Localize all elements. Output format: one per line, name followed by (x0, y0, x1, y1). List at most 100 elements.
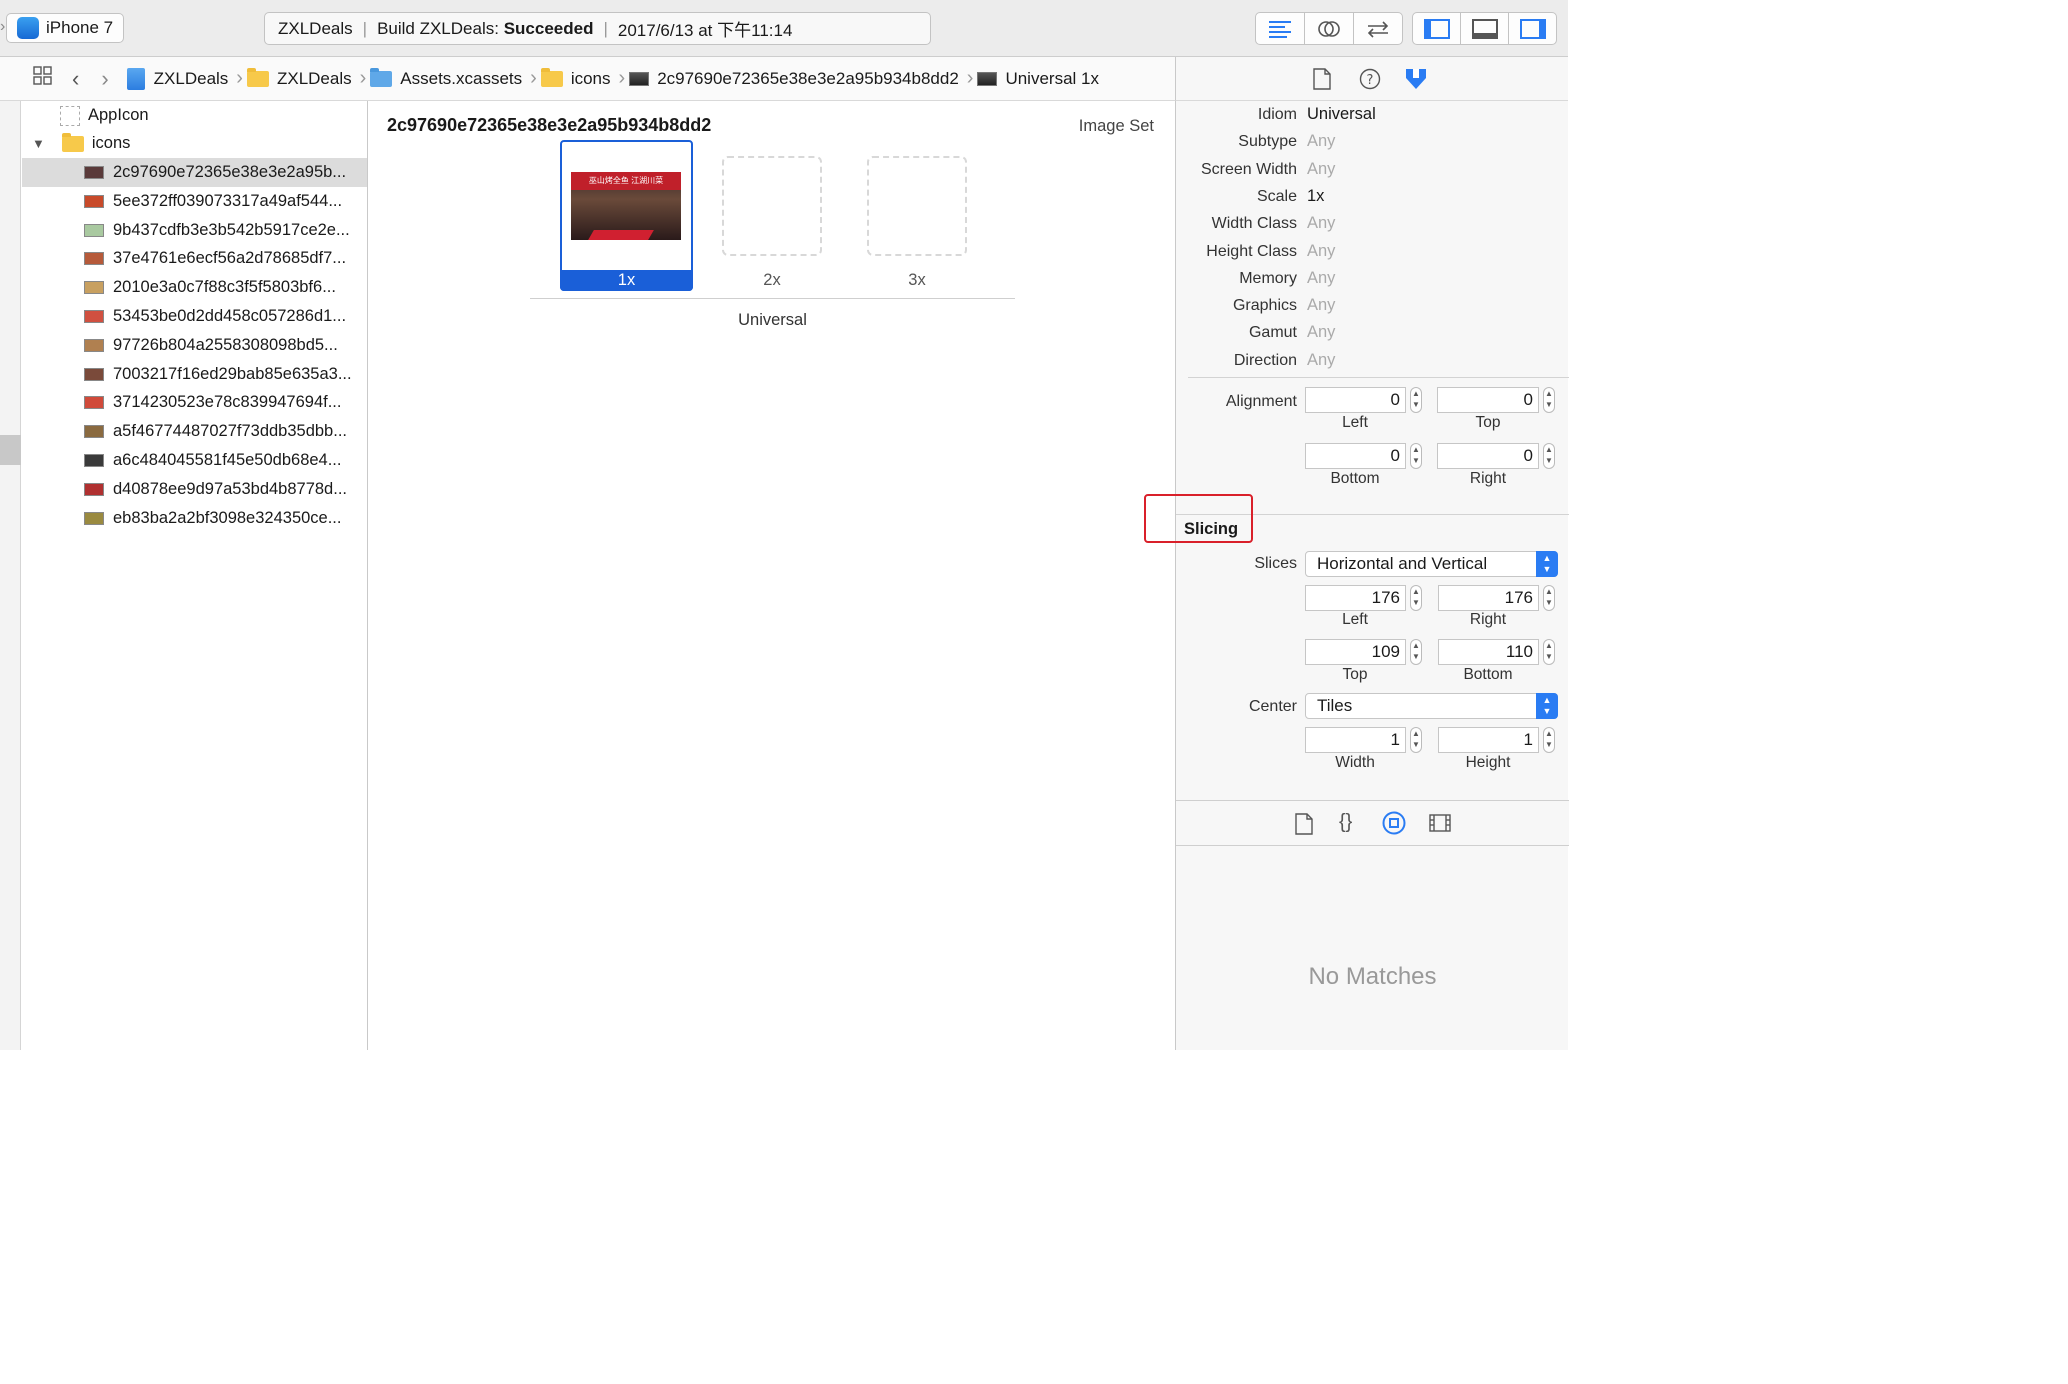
center-width-stepper[interactable]: ▲ ▼ (1410, 727, 1422, 753)
slice-right-field[interactable]: 176 (1438, 585, 1539, 611)
navigator-image-set-row[interactable]: 7003217f16ed29bab85e635a3... (22, 360, 367, 389)
slices-popup[interactable]: Horizontal and Vertical ▲ ▼ (1305, 551, 1558, 577)
center-height-stepper[interactable]: ▲ ▼ (1543, 727, 1555, 753)
alignment-left-stepper[interactable]: ▲ ▼ (1410, 387, 1422, 413)
navigator-image-set-row[interactable]: d40878ee9d97a53bd4b8778d... (22, 475, 367, 504)
file-template-library-icon[interactable] (1295, 813, 1313, 840)
file-inspector-icon[interactable] (1313, 68, 1331, 95)
version-editor-icon[interactable] (1354, 13, 1402, 44)
media-library-icon[interactable] (1429, 813, 1451, 838)
slice-left-field[interactable]: 176 (1305, 585, 1406, 611)
alignment-right-stepper[interactable]: ▲ ▼ (1543, 443, 1555, 469)
center-width-field[interactable]: 1 (1305, 727, 1406, 753)
attribute-label: Subtype (1238, 133, 1297, 151)
breadcrumb-project[interactable]: ZXLDeals (126, 67, 228, 90)
navigator-gutter (0, 101, 21, 1050)
navigator-toggle-icon[interactable] (1413, 13, 1461, 44)
image-set-label: a5f46774487027f73ddb35dbb... (113, 422, 347, 441)
breadcrumb-image-set[interactable]: 2c97690e72365e38e3e2a95b934b8dd2 (629, 69, 959, 89)
attributes-inspector-icon[interactable] (1403, 66, 1429, 97)
alignment-right-field[interactable]: 0 (1437, 443, 1539, 469)
attribute-value[interactable]: Any (1307, 242, 1335, 261)
navigator-image-set-row[interactable]: 2010e3a0c7f88c3f5f5803bf6... (22, 273, 367, 302)
app-icon (17, 17, 39, 39)
breadcrumb-label: 2c97690e72365e38e3e2a95b934b8dd2 (657, 68, 959, 88)
attribute-value[interactable]: Any (1307, 269, 1335, 288)
icons-folder-row[interactable]: ▼ icons (22, 129, 367, 158)
image-thumbnail-icon (84, 194, 104, 208)
breadcrumb-slot[interactable]: Universal 1x (977, 69, 1099, 89)
attribute-value[interactable]: Any (1307, 132, 1335, 151)
navigator-image-set-row[interactable]: a6c484045581f45e50db68e4... (22, 446, 367, 475)
navigator-image-set-row[interactable]: 37e4761e6ecf56a2d78685df7... (22, 244, 367, 273)
navigator-image-set-row[interactable]: 5ee372ff039073317a49af544... (22, 187, 367, 216)
image-set-title: 2c97690e72365e38e3e2a95b934b8dd2 (387, 115, 712, 135)
forward-arrow-icon[interactable]: › (101, 66, 108, 92)
standard-editor-icon[interactable] (1256, 13, 1305, 44)
breadcrumb-folder[interactable]: icons (540, 67, 611, 89)
assistant-editor-icon[interactable] (1305, 13, 1354, 44)
navigator-image-set-row[interactable]: 2c97690e72365e38e3e2a95b... (22, 158, 367, 187)
image-thumbnail-icon (84, 310, 104, 323)
related-items-icon[interactable] (32, 65, 54, 92)
alignment-bottom-stepper[interactable]: ▲ ▼ (1410, 443, 1422, 469)
slice-bottom-field[interactable]: 110 (1438, 639, 1539, 665)
attribute-value[interactable]: 1x (1307, 187, 1324, 206)
slot-1x[interactable]: 巫山烤全鱼 江湖川菜 1x (560, 140, 693, 291)
attribute-value[interactable]: Any (1307, 214, 1335, 233)
navigator-image-set-row[interactable]: 97726b804a2558308098bd5... (22, 331, 367, 360)
scheme-device-selector[interactable]: iPhone 7 (6, 13, 124, 43)
utilities-toggle-icon[interactable] (1509, 13, 1556, 44)
red-carpet (588, 230, 654, 240)
slice-left-stepper[interactable]: ▲ ▼ (1410, 585, 1422, 611)
navigator-image-set-row[interactable]: 9b437cdfb3e3b542b5917ce2e... (22, 216, 367, 245)
slot-2x-dropzone[interactable] (722, 156, 822, 256)
alignment-bottom-field[interactable]: 0 (1305, 443, 1406, 469)
slice-bottom-stepper[interactable]: ▲ ▼ (1543, 639, 1555, 665)
alignment-left-caption: Left (1342, 414, 1368, 431)
chevron-right-icon: › (966, 67, 974, 89)
back-arrow-icon[interactable]: ‹ (72, 66, 79, 92)
debug-area-toggle-icon[interactable] (1461, 13, 1509, 44)
center-popup[interactable]: Tiles ▲ ▼ (1305, 693, 1558, 719)
image-set-label: eb83ba2a2bf3098e324350ce... (113, 508, 342, 527)
code-snippet-library-icon[interactable]: {} (1339, 811, 1352, 834)
attribute-value[interactable]: Any (1307, 323, 1335, 342)
view-toggle-control (1412, 12, 1557, 45)
breadcrumb-asset-catalog[interactable]: Assets.xcassets (370, 67, 522, 89)
attribute-value[interactable]: Universal (1307, 105, 1376, 124)
slice-top-field[interactable]: 109 (1305, 639, 1406, 665)
center-height-field[interactable]: 1 (1438, 727, 1539, 753)
navigator-image-set-row[interactable]: eb83ba2a2bf3098e324350ce... (22, 504, 367, 533)
attribute-value[interactable]: Any (1307, 296, 1335, 315)
slot-3x-dropzone[interactable] (867, 156, 967, 256)
navigator-image-set-row[interactable]: 3714230523e78c839947694f... (22, 388, 367, 417)
center-height-caption: Height (1465, 754, 1511, 771)
slice-top-stepper[interactable]: ▲ ▼ (1410, 639, 1422, 665)
navigator-image-set-row[interactable]: a5f46774487027f73ddb35dbb... (22, 417, 367, 446)
activity-status-bar: ZXLDeals | Build ZXLDeals: Succeeded | 2… (264, 12, 931, 45)
quick-help-icon[interactable]: ? (1359, 68, 1381, 95)
navigator-image-set-row[interactable]: 53453be0d2dd458c057286d1... (22, 302, 367, 331)
alignment-left-field[interactable]: 0 (1305, 387, 1406, 413)
alignment-top-stepper[interactable]: ▲ ▼ (1543, 387, 1555, 413)
status-separator: | (603, 18, 608, 38)
slice-right-stepper[interactable]: ▲ ▼ (1543, 585, 1555, 611)
attribute-value[interactable]: Any (1307, 351, 1335, 370)
alignment-bottom-caption: Bottom (1330, 470, 1380, 487)
image-set-type: Image Set (1078, 117, 1154, 135)
appicon-row[interactable]: AppIcon (22, 101, 367, 130)
attribute-value[interactable]: Any (1307, 160, 1335, 179)
breadcrumb-group[interactable]: ZXLDeals (246, 67, 352, 89)
attribute-label: Memory (1239, 269, 1297, 287)
appicon-label: AppIcon (88, 106, 149, 124)
popup-arrows-icon: ▲ ▼ (1536, 551, 1558, 577)
disclosure-triangle-icon[interactable]: ▼ (32, 136, 45, 151)
popup-arrows-icon: ▲ ▼ (1536, 693, 1558, 719)
scheme-device-label: iPhone 7 (46, 18, 114, 37)
image-set-label: a6c484045581f45e50db68e4... (113, 451, 342, 469)
chevron-right-icon: › (359, 67, 367, 89)
alignment-top-field[interactable]: 0 (1437, 387, 1539, 413)
image-set-label: 37e4761e6ecf56a2d78685df7... (113, 249, 347, 268)
object-library-icon[interactable] (1382, 811, 1406, 840)
